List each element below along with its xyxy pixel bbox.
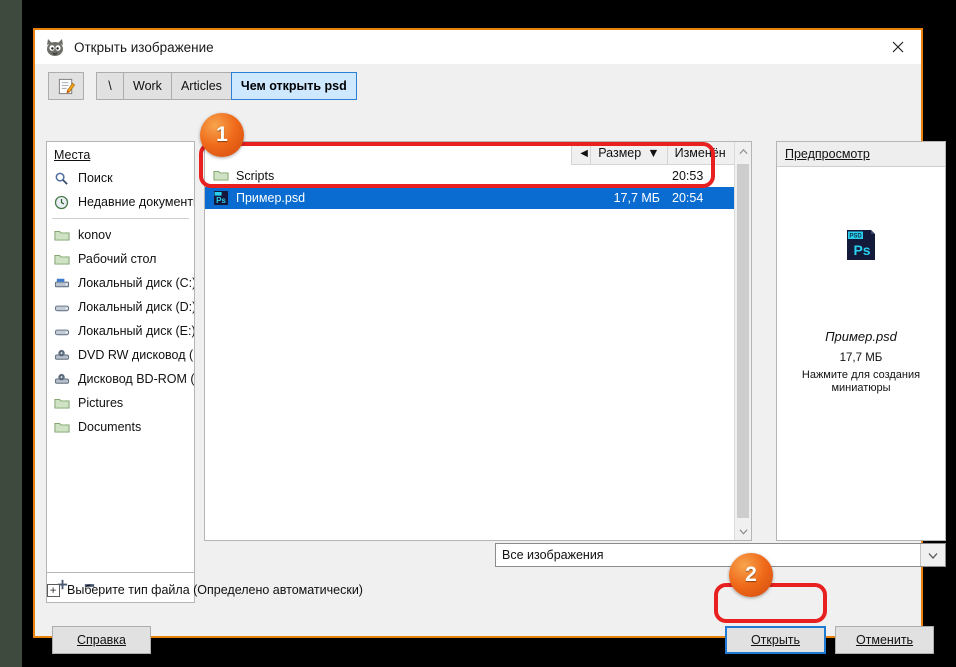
sidebar-item-label: Дисковод BD-ROM (... (78, 372, 194, 386)
close-icon[interactable] (875, 30, 921, 63)
scrollbar-thumb[interactable] (737, 164, 749, 518)
column-header-size[interactable]: Размер ▼ (590, 142, 667, 165)
optical-drive-icon (54, 347, 73, 363)
sidebar-item-drive-e[interactable]: Локальный диск (E:) (47, 319, 194, 343)
folder-icon (54, 419, 73, 435)
path-button-articles[interactable]: Articles (170, 72, 232, 100)
sort-descending-icon: ▼ (647, 146, 660, 160)
left-arrow-icon: ◄ (577, 146, 591, 160)
file-name: Scripts (236, 169, 275, 183)
sidebar-item-dvd-rw[interactable]: DVD RW дисковод (F:) (47, 343, 194, 367)
sidebar-item-konov[interactable]: konov (47, 223, 194, 247)
path-button-work[interactable]: Work (123, 72, 172, 100)
preview-hint: Нажмите для создания миниатюры (801, 369, 921, 395)
sidebar-item-label: Локальный диск (C:) (78, 276, 194, 290)
sidebar-item-desktop[interactable]: Рабочий стол (47, 247, 194, 271)
dialog-titlebar: Открыть изображение (35, 30, 921, 64)
open-button-label: Открыть (750, 633, 801, 647)
sidebar-item-drive-c[interactable]: Локальный диск (C:) (47, 271, 194, 295)
path-toolbar: \ Work Articles Чем открыть psd (35, 64, 921, 108)
sidebar-item-drive-d[interactable]: Локальный диск (D:) (47, 295, 194, 319)
scroll-down-icon[interactable] (735, 522, 751, 540)
psd-file-icon: PSD Ps (841, 224, 881, 269)
path-button-root[interactable]: \ (96, 72, 124, 100)
file-rows: Scripts 20:53 Ps Пример.psd 17,7 МБ 20:5… (205, 165, 734, 540)
file-filter-value: Все изображения (502, 548, 604, 562)
help-button[interactable]: Справка (52, 626, 151, 654)
folder-icon (213, 168, 229, 184)
sidebar-item-label: Documents (78, 420, 142, 434)
recent-clock-icon (54, 194, 73, 210)
file-list-scrollbar[interactable] (734, 142, 751, 540)
search-icon (54, 170, 73, 186)
file-filter-select[interactable]: Все изображения (495, 543, 946, 567)
table-row[interactable]: Scripts 20:53 (205, 165, 734, 187)
expand-plus-icon[interactable] (47, 583, 60, 597)
preview-filename: Пример.psd (825, 329, 897, 344)
folder-icon (54, 395, 73, 411)
type-location-button[interactable] (48, 72, 84, 100)
open-image-dialog: Открыть изображение \ Work Articles Чем … (33, 28, 946, 654)
sidebar-item-search[interactable]: Поиск (47, 166, 194, 190)
sidebar-item-label: konov (78, 228, 112, 242)
folder-icon (54, 227, 73, 243)
file-name: Пример.psd (236, 191, 306, 205)
file-list-header: ◄ Размер ▼ Изменён ◄ (571, 142, 751, 165)
svg-text:PSD: PSD (849, 233, 862, 239)
path-button-current[interactable]: Чем открыть psd (230, 72, 357, 100)
cancel-button[interactable]: Отменить (835, 626, 934, 654)
file-list: ◄ Размер ▼ Изменён ◄ Scri (204, 141, 752, 541)
open-button[interactable]: Открыть (725, 626, 826, 654)
sidebar-item-label: Поиск (78, 171, 113, 185)
sidebar-item-pictures[interactable]: Pictures (47, 391, 194, 415)
desktop-left-edge (0, 0, 22, 667)
svg-text:Ps: Ps (216, 196, 226, 205)
sidebar-item-bd-rom[interactable]: Дисковод BD-ROM (... (47, 367, 194, 391)
column-header-size-label: Размер (598, 146, 642, 160)
dialog-body: Места Поиск Недавние документы konov Раб… (35, 108, 946, 654)
file-size: 17,7 МБ (613, 191, 660, 205)
preview-filesize: 17,7 МБ (839, 352, 883, 364)
optical-drive-icon (54, 371, 73, 387)
preview-header: Предпросмотр (777, 142, 945, 167)
psd-file-icon: Ps (213, 190, 229, 206)
file-date: 20:53 (672, 169, 704, 183)
sidebar-item-label: Недавние документы (78, 195, 194, 209)
table-row[interactable]: Ps Пример.psd 17,7 МБ 20:54 (205, 187, 734, 209)
filetype-expander[interactable]: Выберите тип файла (Определено автоматич… (47, 583, 363, 597)
gimp-wilber-icon (44, 37, 66, 57)
folder-icon (54, 251, 73, 267)
chevron-down-icon[interactable] (920, 544, 945, 566)
preview-body[interactable]: PSD Ps Пример.psd 17,7 МБ Нажмите для со… (777, 167, 945, 540)
column-header-modified-label: Изменён (674, 146, 726, 160)
annotation-badge-1: 1 (200, 113, 244, 157)
sidebar-item-recent[interactable]: Недавние документы (47, 190, 194, 214)
dialog-title: Открыть изображение (74, 39, 214, 55)
preview-panel: Предпросмотр PSD Ps Пример.psd 17,7 МБ Н (776, 141, 946, 541)
harddrive-icon (54, 299, 73, 315)
sidebar-item-label: DVD RW дисковод (F:) (78, 348, 194, 362)
sidebar-divider (52, 218, 189, 219)
page-background: Открыть изображение \ Work Articles Чем … (0, 0, 956, 667)
file-date: 20:54 (672, 191, 704, 205)
sidebar-item-label: Рабочий стол (78, 252, 157, 266)
cancel-button-label: Отменить (855, 633, 914, 647)
harddrive-icon (54, 323, 73, 339)
preview-header-label: Предпросмотр (785, 147, 870, 161)
harddrive-system-icon (54, 275, 73, 291)
column-collapse-left[interactable]: ◄ (571, 142, 591, 165)
places-sidebar: Места Поиск Недавние документы konov Раб… (46, 141, 195, 573)
svg-text:Ps: Ps (853, 242, 870, 258)
sidebar-item-label: Pictures (78, 396, 124, 410)
sidebar-item-label: Локальный диск (E:) (78, 324, 194, 338)
sidebar-item-label: Локальный диск (D:) (78, 300, 194, 314)
annotation-badge-2: 2 (729, 553, 773, 597)
scroll-up-icon[interactable] (735, 142, 751, 160)
help-button-label: Справка (76, 633, 127, 647)
sidebar-item-documents[interactable]: Documents (47, 415, 194, 439)
places-header-label: Места (54, 148, 91, 162)
places-header: Места (47, 142, 194, 166)
filetype-expander-label: Выберите тип файла (Определено автоматич… (67, 583, 363, 597)
